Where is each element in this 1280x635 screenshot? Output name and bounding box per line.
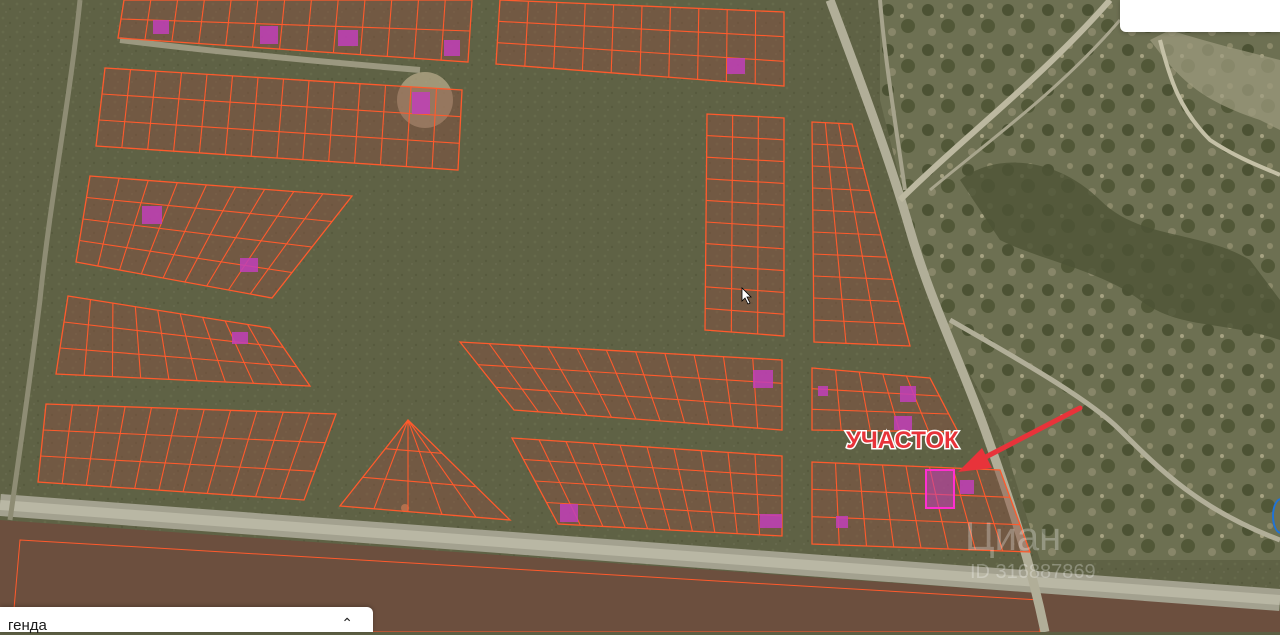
watermark-id: ID 316887869 (970, 561, 1096, 583)
satellite-map[interactable]: УЧАСТОК Циан ID 316887869 (0, 0, 1280, 632)
chevron-up-icon[interactable]: ⌃ (341, 617, 353, 629)
built-plot-marker (900, 386, 916, 402)
built-plot-marker (153, 20, 169, 34)
plot-block-h (38, 404, 336, 500)
legend-title: генда (8, 617, 47, 635)
plot-annotation-label: УЧАСТОК (846, 427, 959, 454)
built-plot-marker (753, 370, 773, 388)
built-plot-marker (560, 504, 578, 522)
built-plot-marker (760, 514, 782, 528)
built-plot-marker (142, 206, 162, 224)
top-right-panel (1120, 0, 1280, 32)
selected-plot[interactable] (926, 470, 954, 508)
built-plot-marker (836, 516, 848, 528)
built-plot-marker (338, 30, 358, 46)
built-plot-marker (727, 58, 745, 74)
built-plot-marker (818, 386, 828, 396)
watermark-brand: Циан (965, 515, 1061, 559)
built-plot-marker (444, 40, 460, 56)
built-plot-marker (960, 480, 974, 494)
built-plot-marker (232, 332, 248, 344)
built-plot-marker (412, 92, 430, 114)
legend-panel[interactable]: генда ⌃ (0, 607, 373, 632)
built-plot-marker (260, 26, 278, 44)
built-plot-marker (240, 258, 258, 272)
